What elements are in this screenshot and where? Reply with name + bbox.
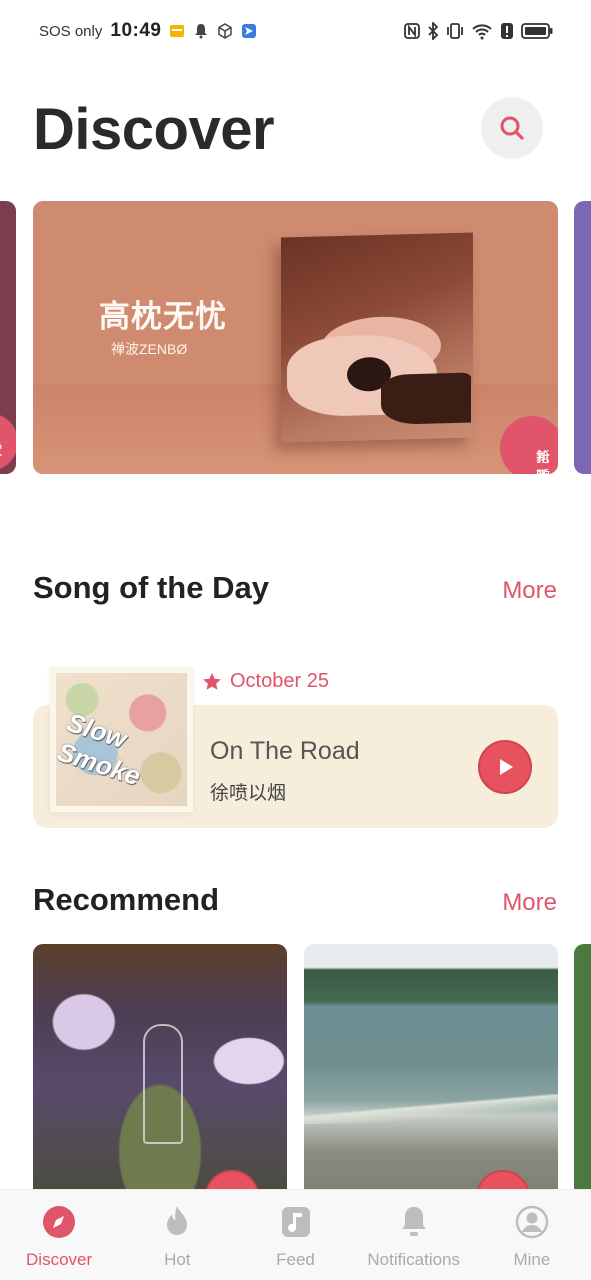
banner-prev-peek[interactable]: 歌听 — [0, 201, 16, 474]
nav-feed[interactable]: Feed — [236, 1190, 354, 1280]
search-button[interactable] — [481, 97, 543, 159]
music-note-icon — [281, 1207, 310, 1237]
compass-icon — [43, 1206, 76, 1238]
page-title: Discover — [33, 97, 275, 162]
nav-label: Hot — [164, 1250, 191, 1269]
star-icon — [203, 672, 221, 690]
play-button[interactable] — [478, 740, 532, 794]
notification-bell-icon — [195, 24, 208, 39]
song-cover: Slow Smoke — [50, 667, 193, 812]
vibrate-icon — [447, 23, 463, 39]
banner-title: 高枕无忧 — [99, 299, 227, 334]
song-title: On The Road — [210, 737, 360, 765]
song-date: October 25 — [202, 670, 329, 693]
nav-label: Discover — [26, 1250, 93, 1269]
wifi-icon — [472, 24, 492, 40]
nav-discover[interactable]: Discover — [0, 1190, 118, 1280]
nav-label: Notifications — [367, 1250, 461, 1269]
recommend-heading: Recommend — [33, 882, 220, 917]
date-label: October 25 — [230, 670, 329, 692]
play-icon — [500, 759, 513, 775]
battery-icon — [521, 23, 553, 39]
bottom-navigation: Discover Hot Feed Notifications Mine — [0, 1189, 591, 1280]
tag-line2: 抢听 — [536, 449, 550, 474]
banner-next-peek[interactable] — [574, 201, 591, 474]
bluetooth-icon — [428, 22, 439, 40]
recommend-more-link[interactable]: More — [502, 889, 557, 917]
clock: 10:49 — [110, 20, 162, 41]
new-song-tag: 新歌抢听 — [500, 416, 558, 474]
bell-icon — [401, 1207, 426, 1236]
song-artist: 徐喷以烟 — [210, 783, 287, 804]
banner-album-cover — [281, 232, 473, 443]
new-song-tag: 歌听 — [0, 413, 16, 471]
user-icon — [515, 1205, 549, 1239]
cover-art-text: Slow Smoke — [56, 706, 145, 792]
status-bar: SOS only 10:49 — [0, 0, 591, 66]
banner-card[interactable]: 高枕无忧 禅波ZENBØ 新歌抢听 — [33, 201, 558, 474]
recommend-next-peek[interactable] — [574, 944, 591, 1204]
nav-label: Feed — [276, 1250, 315, 1269]
search-icon — [500, 116, 524, 140]
left-tag-line2: 听 — [0, 441, 2, 459]
alert-icon — [501, 23, 513, 39]
nfc-icon — [404, 23, 420, 39]
nav-notifications[interactable]: Notifications — [355, 1190, 473, 1280]
carrier-label: SOS only — [39, 22, 103, 40]
song-of-the-day-heading: Song of the Day — [33, 570, 269, 605]
nav-mine[interactable]: Mine — [473, 1190, 591, 1280]
box-icon — [218, 23, 233, 39]
recommend-card[interactable] — [33, 944, 287, 1204]
wallet-icon — [170, 25, 185, 37]
banner-artist: 禅波ZENBØ — [111, 341, 188, 357]
recommend-card[interactable] — [304, 944, 558, 1204]
nav-hot[interactable]: Hot — [118, 1190, 236, 1280]
song-of-the-day-more-link[interactable]: More — [502, 577, 557, 605]
app-badge-icon — [242, 24, 257, 38]
flame-icon — [167, 1206, 188, 1235]
nav-label: Mine — [513, 1250, 551, 1269]
